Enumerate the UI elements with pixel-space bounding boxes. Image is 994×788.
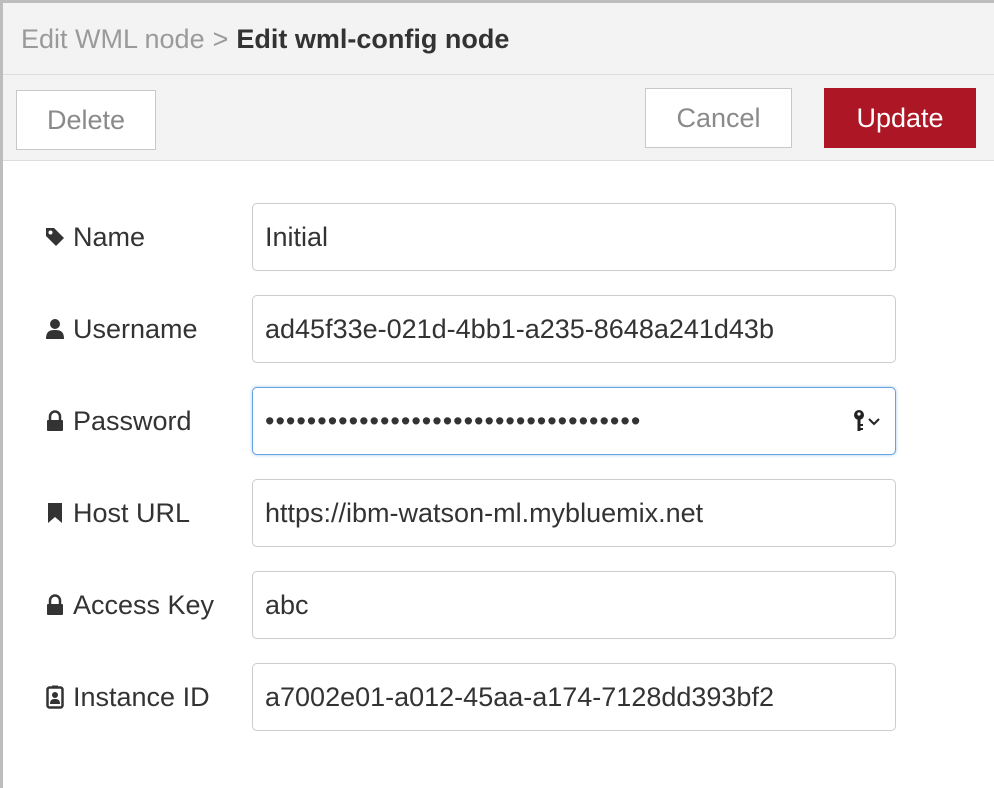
cancel-button[interactable]: Cancel [645,88,792,148]
instance-id-label-text: Instance ID [73,681,210,712]
config-form: Name Username [3,161,994,788]
tray-toolbar: Delete Cancel Update [3,75,994,161]
user-icon [43,317,67,341]
name-input[interactable] [252,203,896,271]
form-row-password: Password [3,387,994,455]
name-label: Name [43,203,145,271]
edit-tray: Edit WML node > Edit wml-config node Delet… [0,0,994,788]
form-row-instance-id: Instance ID [3,663,994,731]
username-label-text: Username [73,313,198,344]
access-key-label-text: Access Key [73,589,215,620]
lock-icon [43,593,67,617]
id-badge-icon [43,685,67,709]
instance-id-input[interactable] [252,663,896,731]
form-row-host-url: Host URL [3,479,994,547]
breadcrumb: Edit WML node > Edit wml-config node [21,23,509,55]
breadcrumb-current: Edit wml-config node [236,24,510,54]
host-url-label-text: Host URL [73,497,191,528]
bookmark-icon [43,501,67,525]
form-row-username: Username [3,295,994,363]
breadcrumb-separator: > [212,24,229,54]
password-label-text: Password [73,405,192,436]
lock-icon [43,409,67,433]
key-dropdown-icon[interactable] [850,406,884,436]
breadcrumb-parent-link[interactable]: Edit WML node [21,24,205,54]
access-key-input[interactable] [252,571,896,639]
delete-button[interactable]: Delete [16,90,156,150]
host-url-label: Host URL [43,479,190,547]
tray-header: Edit WML node > Edit wml-config node [3,3,994,75]
form-row-name: Name [3,203,994,271]
form-row-access-key: Access Key [3,571,994,639]
host-url-input[interactable] [252,479,896,547]
name-label-text: Name [73,221,146,252]
access-key-label: Access Key [43,571,214,639]
instance-id-label: Instance ID [43,663,210,731]
update-button[interactable]: Update [824,88,976,148]
tag-icon [43,225,67,249]
password-input[interactable] [252,387,896,455]
username-input[interactable] [252,295,896,363]
password-label: Password [43,387,192,455]
username-label: Username [43,295,198,363]
password-field-wrapper [252,387,896,455]
